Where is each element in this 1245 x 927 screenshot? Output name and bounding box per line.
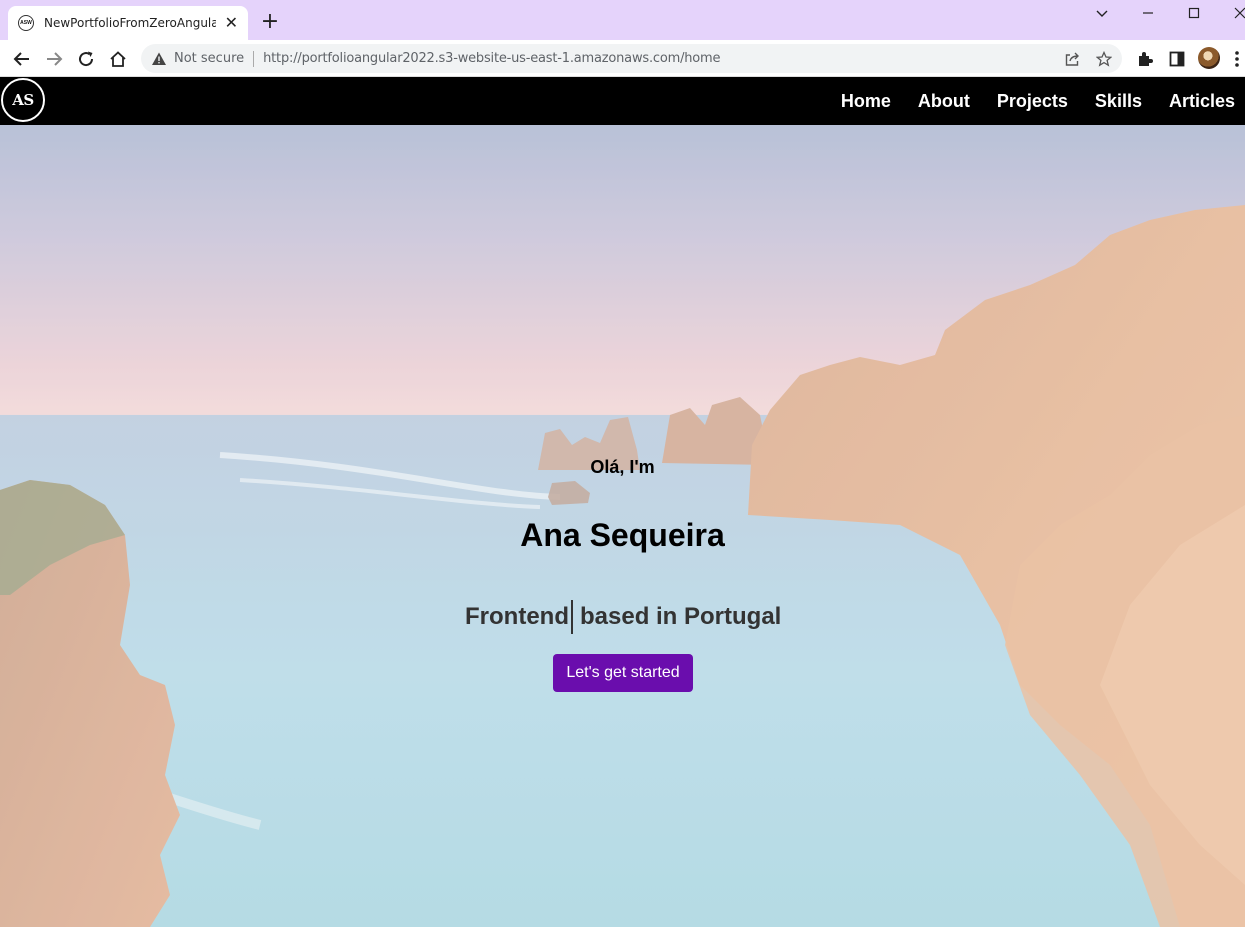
plus-icon[interactable]: + xyxy=(258,10,282,34)
hero-location: based in Portugal xyxy=(579,603,782,630)
nav-projects[interactable]: Projects xyxy=(997,91,1068,112)
tab-favicon-icon: ASW xyxy=(18,15,34,31)
menu-icon[interactable] xyxy=(1230,47,1244,71)
nav-skills[interactable]: Skills xyxy=(1095,91,1142,112)
browser-tabstrip: ASW NewPortfolioFromZeroAngular ✕ + xyxy=(0,0,1245,40)
maximize-icon[interactable] xyxy=(1174,0,1214,26)
close-icon[interactable]: ✕ xyxy=(225,15,238,31)
close-window-icon[interactable] xyxy=(1220,0,1245,26)
star-icon[interactable] xyxy=(1095,50,1113,68)
browser-toolbar: Not secure http://portfolioangular2022.s… xyxy=(0,40,1245,77)
url-path: /home xyxy=(680,51,721,66)
site-header: AS Home About Projects Skills Articles xyxy=(0,77,1245,125)
chevron-down-icon[interactable] xyxy=(1082,0,1122,26)
warning-icon[interactable] xyxy=(151,51,167,67)
tab-title: NewPortfolioFromZeroAngular xyxy=(44,16,216,30)
hero-name: Ana Sequeira xyxy=(520,517,725,553)
url-text[interactable]: http://portfolioangular2022.s3-website-u… xyxy=(263,51,720,66)
browser-tab[interactable]: ASW NewPortfolioFromZeroAngular ✕ xyxy=(8,6,248,40)
hero-greeting: Olá, I'm xyxy=(590,457,655,477)
security-status[interactable]: Not secure xyxy=(174,51,244,66)
reload-icon[interactable] xyxy=(74,47,98,71)
hero-section: Olá, I'm Ana Sequeira Frontend based in … xyxy=(0,125,1245,927)
site-logo[interactable]: AS xyxy=(1,78,45,122)
url-scheme: http:// xyxy=(263,51,302,66)
hero-role: Frontend xyxy=(465,603,569,630)
main-nav: Home About Projects Skills Articles xyxy=(841,77,1235,125)
address-separator xyxy=(253,50,255,67)
share-icon[interactable] xyxy=(1063,50,1081,68)
side-panel-icon[interactable] xyxy=(1165,47,1189,71)
typing-caret xyxy=(570,600,573,634)
hero-tagline: Frontend based in Portugal xyxy=(465,600,781,634)
url-host: portfolioangular2022.s3-website-us-east-… xyxy=(301,51,681,66)
nav-home[interactable]: Home xyxy=(841,91,891,112)
get-started-button[interactable]: Let's get started xyxy=(553,654,693,692)
nav-articles[interactable]: Articles xyxy=(1169,91,1235,112)
profile-avatar[interactable] xyxy=(1198,47,1220,69)
extensions-icon[interactable] xyxy=(1133,47,1157,71)
home-icon[interactable] xyxy=(106,47,130,71)
forward-icon[interactable] xyxy=(42,47,66,71)
back-icon[interactable] xyxy=(10,47,34,71)
minimize-icon[interactable] xyxy=(1128,0,1168,26)
nav-about[interactable]: About xyxy=(918,91,970,112)
address-bar[interactable]: Not secure http://portfolioangular2022.s… xyxy=(141,44,1122,73)
